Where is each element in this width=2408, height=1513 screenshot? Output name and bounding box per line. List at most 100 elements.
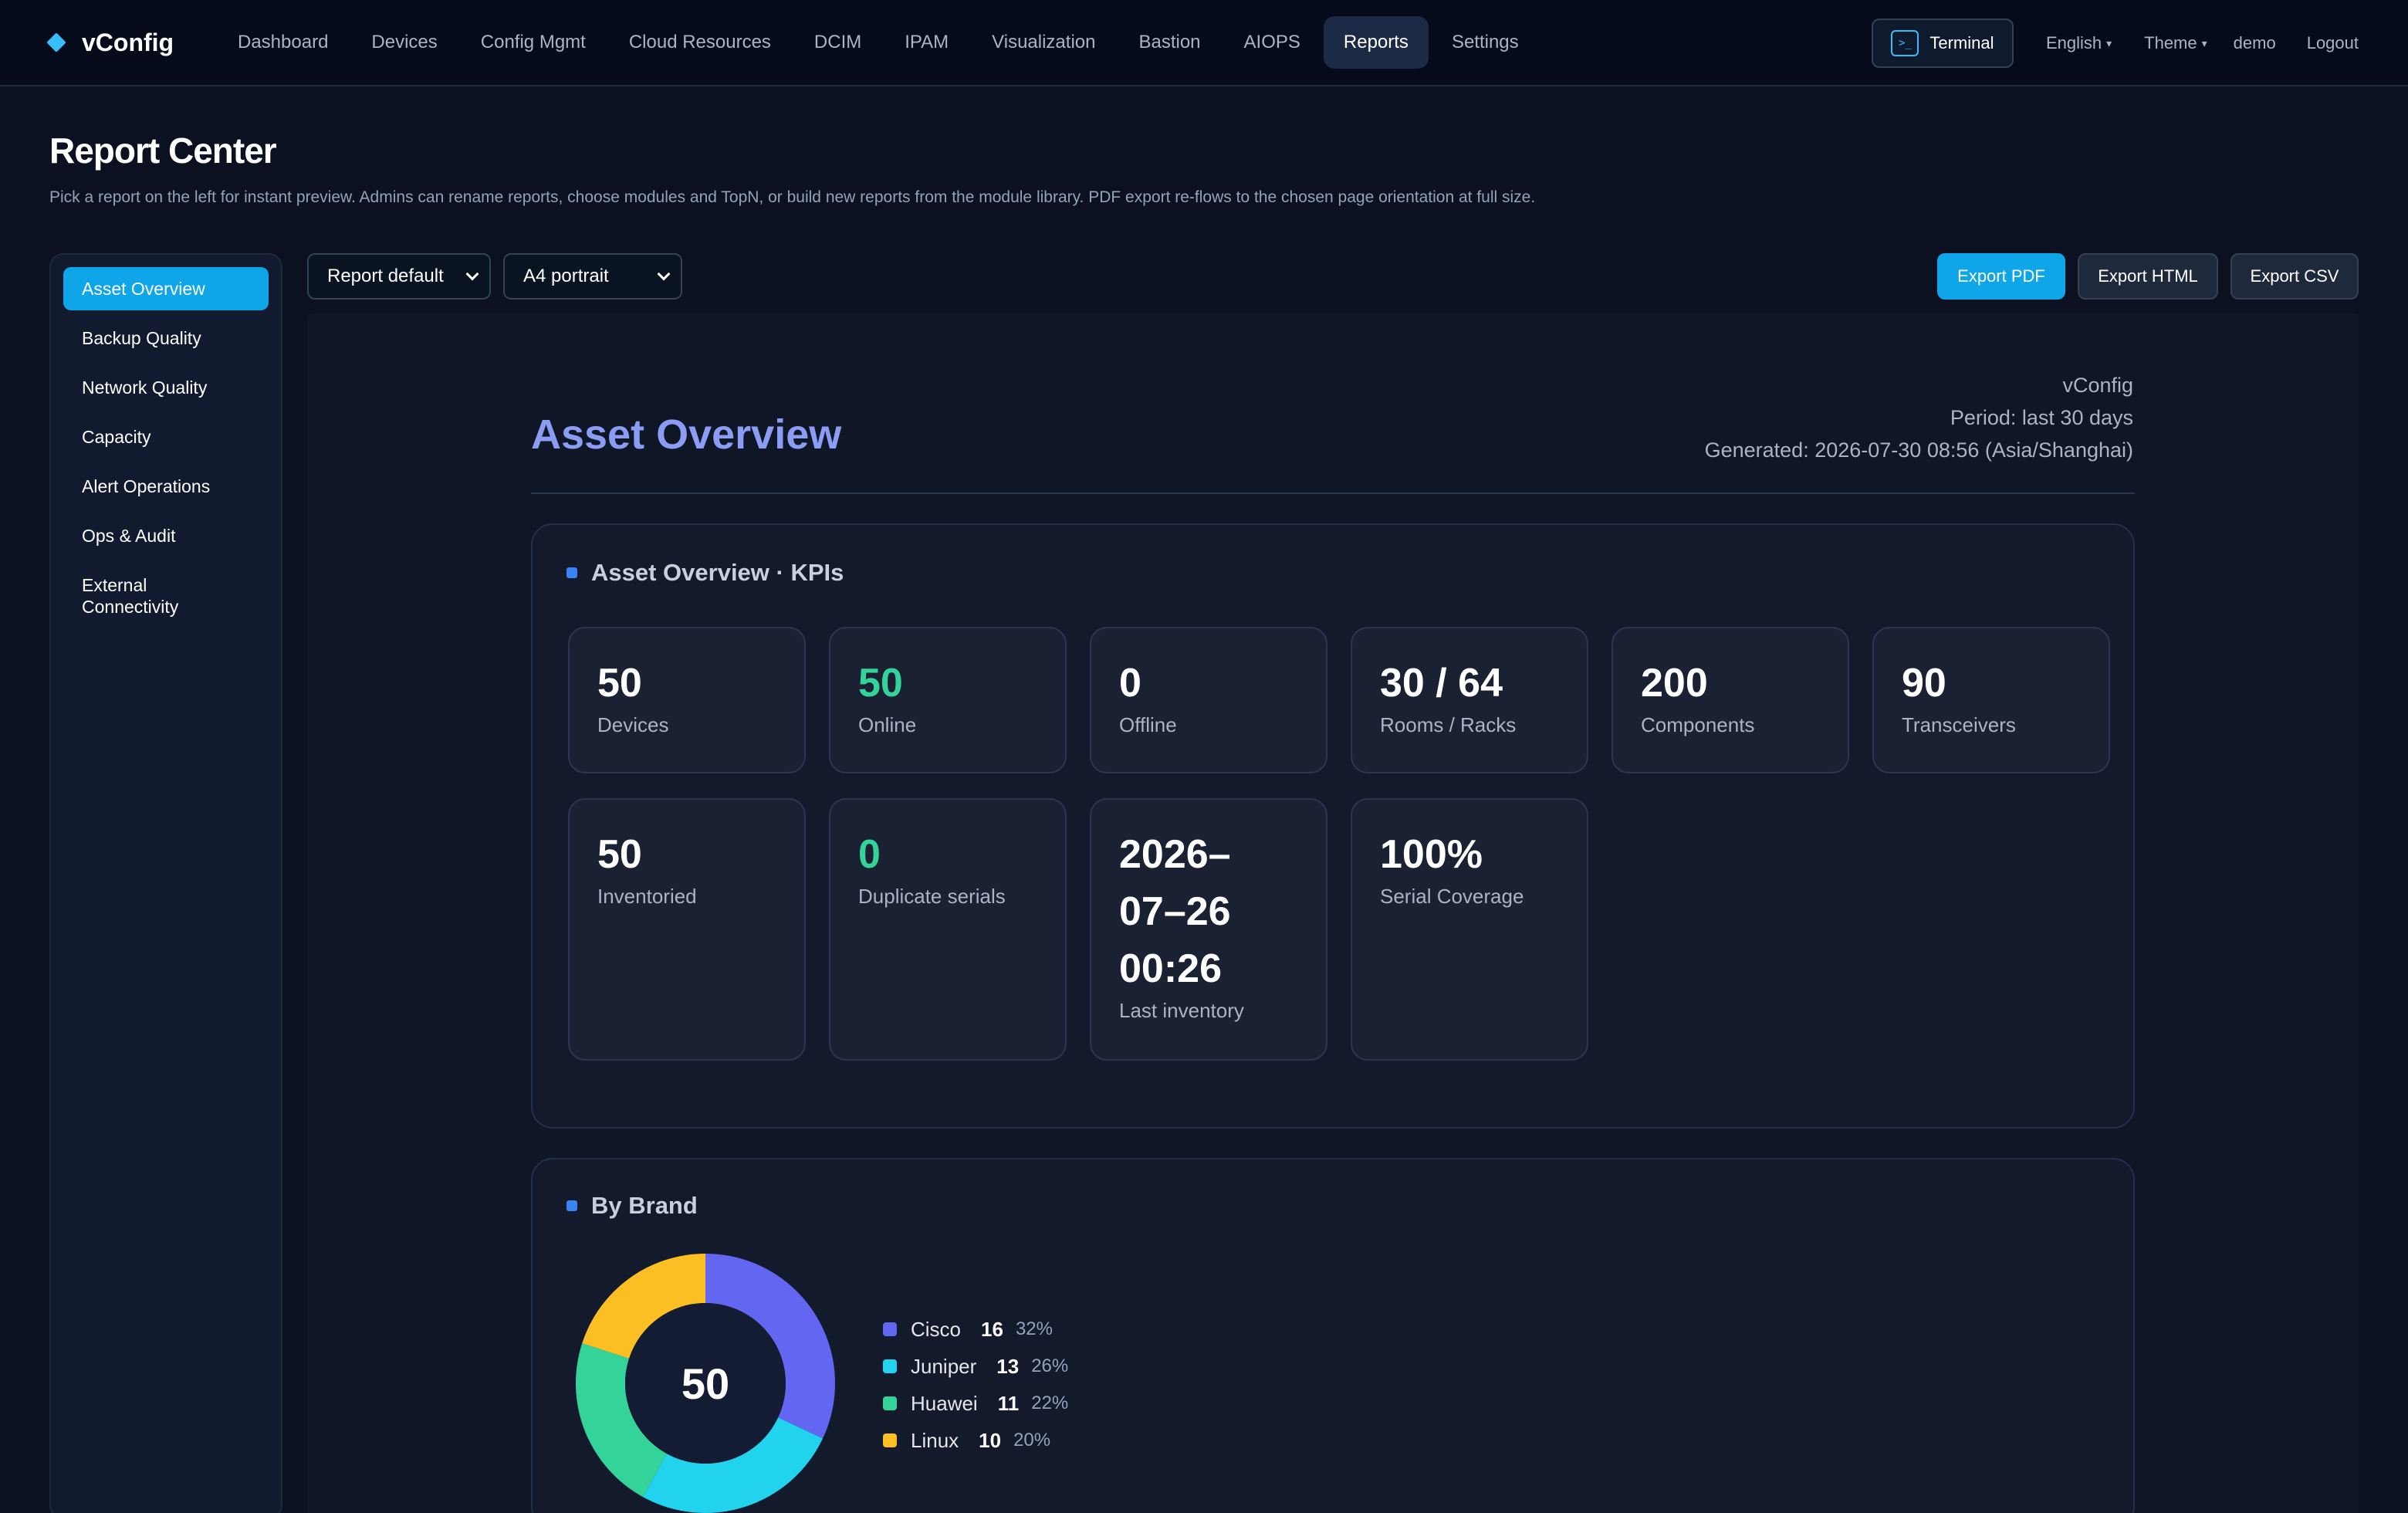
legend-name: Juniper: [911, 1354, 977, 1378]
diamond-logo-icon: [46, 32, 66, 52]
legend-percent: 26%: [1031, 1356, 1069, 1376]
theme-label: Theme: [2144, 33, 2197, 52]
kpi-label: Transceivers: [1902, 713, 2016, 736]
nav-visualization[interactable]: Visualization: [972, 16, 1115, 69]
chevron-down-icon: [465, 267, 479, 281]
legend-item[interactable]: Juniper 13 26%: [883, 1348, 1068, 1385]
divider: [531, 492, 2135, 494]
export-csv-button[interactable]: Export CSV: [2230, 253, 2359, 300]
nav-config-mgmt[interactable]: Config Mgmt: [461, 16, 606, 69]
report-list-sidebar: Asset Overview Backup Quality Network Qual…: [49, 253, 282, 1513]
nav-cloud-resources[interactable]: Cloud Resources: [609, 16, 791, 69]
kpi-label: Offline: [1119, 713, 1177, 736]
donut-center-label: 50: [681, 1359, 729, 1408]
sidebar-item-capacity[interactable]: Capacity: [63, 415, 269, 459]
legend-percent: 20%: [1013, 1430, 1051, 1450]
sidebar-item-network-quality[interactable]: Network Quality: [63, 366, 269, 409]
report-meta-period: Period: last 30 days: [1950, 406, 2133, 429]
page-subtitle: Pick a report on the left for instant pr…: [49, 188, 1536, 206]
nav-dcim[interactable]: DCIM: [794, 16, 881, 69]
sidebar-item-alert-operations[interactable]: Alert Operations: [63, 465, 269, 508]
section-marker-icon: [566, 1200, 577, 1211]
legend-item[interactable]: Cisco 16 32%: [883, 1311, 1068, 1348]
report-template-select[interactable]: Report default: [307, 253, 491, 300]
legend-name: Cisco: [911, 1317, 962, 1341]
sidebar-item-external-connectivity[interactable]: External Connectivity: [63, 564, 210, 628]
kpi-label: Rooms / Racks: [1380, 713, 1517, 736]
kpi-tile: 0 Offline: [1090, 627, 1327, 773]
legend-swatch: [883, 1396, 897, 1410]
legend-name: Huawei: [911, 1391, 978, 1415]
kpi-value: 90: [1902, 661, 1946, 706]
nav-reports[interactable]: Reports: [1323, 16, 1429, 69]
kpi-tile: 50 Online: [829, 627, 1067, 773]
nav-dashboard[interactable]: Dashboard: [218, 16, 348, 69]
theme-dropdown[interactable]: Theme ▾: [2144, 33, 2207, 53]
kpi-value: 50: [597, 661, 642, 706]
legend-count: 13: [996, 1354, 1020, 1378]
report-template-value: Report default: [327, 266, 444, 286]
kpi-card-header: Asset Overview · KPIs: [566, 559, 844, 587]
brand-name: vConfig: [82, 28, 174, 56]
report-title: Asset Overview: [531, 411, 842, 458]
chevron-down-icon: [657, 267, 671, 281]
kpi-tile: 90 Transceivers: [1872, 627, 2110, 773]
section-marker-icon: [566, 567, 577, 578]
page-size-value: A4 portrait: [523, 266, 609, 286]
kpi-value: 30 / 64: [1380, 661, 1503, 706]
report-meta-generated: Generated: 2026-07-30 08:56 (Asia/Shangh…: [1704, 438, 2133, 462]
export-pdf-button[interactable]: Export PDF: [1937, 253, 2065, 300]
brand-legend: Cisco 16 32% Juniper 13 26% Huawei 11 22% Linux 10…: [883, 1311, 1068, 1459]
kpi-label: Serial Coverage: [1380, 885, 1524, 908]
nav-ipam[interactable]: IPAM: [884, 16, 969, 69]
legend-percent: 22%: [1031, 1393, 1069, 1413]
kpi-value: 200: [1641, 661, 1708, 706]
topbar-actions: >_ Terminal English ▾ Theme ▾ demo Logou…: [1871, 0, 2359, 86]
export-html-button[interactable]: Export HTML: [2078, 253, 2218, 300]
terminal-icon: >_: [1891, 30, 1919, 56]
nav-devices[interactable]: Devices: [351, 16, 457, 69]
legend-name: Linux: [911, 1428, 959, 1452]
kpi-tile: 50 Inventoried: [568, 798, 806, 1061]
sidebar-item-backup-quality[interactable]: Backup Quality: [63, 316, 269, 360]
kpi-value: 0: [858, 832, 881, 877]
kpi-value: 50: [597, 832, 642, 877]
page-size-select[interactable]: A4 portrait: [503, 253, 682, 300]
terminal-button[interactable]: >_ Terminal: [1871, 19, 2014, 68]
kpi-section-title: Asset Overview · KPIs: [591, 559, 844, 586]
legend-count: 16: [981, 1317, 1003, 1341]
user-name[interactable]: demo: [2234, 33, 2276, 53]
legend-item[interactable]: Huawei 11 22%: [883, 1385, 1068, 1422]
nav-aiops[interactable]: AIOPS: [1224, 16, 1321, 69]
legend-percent: 32%: [1015, 1318, 1053, 1339]
brand-donut-chart: 50: [576, 1254, 835, 1513]
logout-link[interactable]: Logout: [2307, 33, 2359, 53]
legend-item[interactable]: Linux 10 20%: [883, 1422, 1068, 1459]
kpi-value: 100%: [1380, 832, 1483, 877]
kpi-label: Components: [1641, 713, 1755, 736]
legend-swatch: [883, 1433, 897, 1447]
kpi-tile: 30 / 64 Rooms / Racks: [1351, 627, 1588, 773]
brand[interactable]: vConfig: [46, 28, 181, 57]
sidebar-item-ops-audit[interactable]: Ops & Audit: [63, 514, 269, 557]
kpi-value: 0: [1119, 661, 1141, 706]
kpi-label: Last inventory: [1119, 999, 1244, 1022]
nav-bastion[interactable]: Bastion: [1118, 16, 1220, 69]
report-meta-brand: vConfig: [2062, 374, 2133, 397]
kpi-label: Duplicate serials: [858, 885, 1006, 908]
sidebar-item-asset-overview[interactable]: Asset Overview: [63, 267, 269, 310]
main-nav: Dashboard Devices Config Mgmt Cloud Resourc…: [218, 16, 1542, 69]
legend-swatch: [883, 1322, 897, 1336]
nav-settings[interactable]: Settings: [1432, 16, 1539, 69]
top-navigation-bar: vConfig Dashboard Devices Config Mgmt Cloud…: [0, 0, 2408, 86]
terminal-label: Terminal: [1929, 33, 1994, 52]
kpi-label: Inventoried: [597, 885, 697, 908]
kpi-label: Devices: [597, 713, 669, 736]
language-dropdown[interactable]: English ▾: [2046, 33, 2112, 53]
brand-section-title: By Brand: [591, 1192, 698, 1219]
brand-card-header: By Brand: [566, 1192, 698, 1220]
kpi-tile: 100% Serial Coverage: [1351, 798, 1588, 1061]
kpi-label: Online: [858, 713, 917, 736]
legend-count: 11: [997, 1391, 1020, 1415]
caret-down-icon: ▾: [2201, 36, 2207, 49]
